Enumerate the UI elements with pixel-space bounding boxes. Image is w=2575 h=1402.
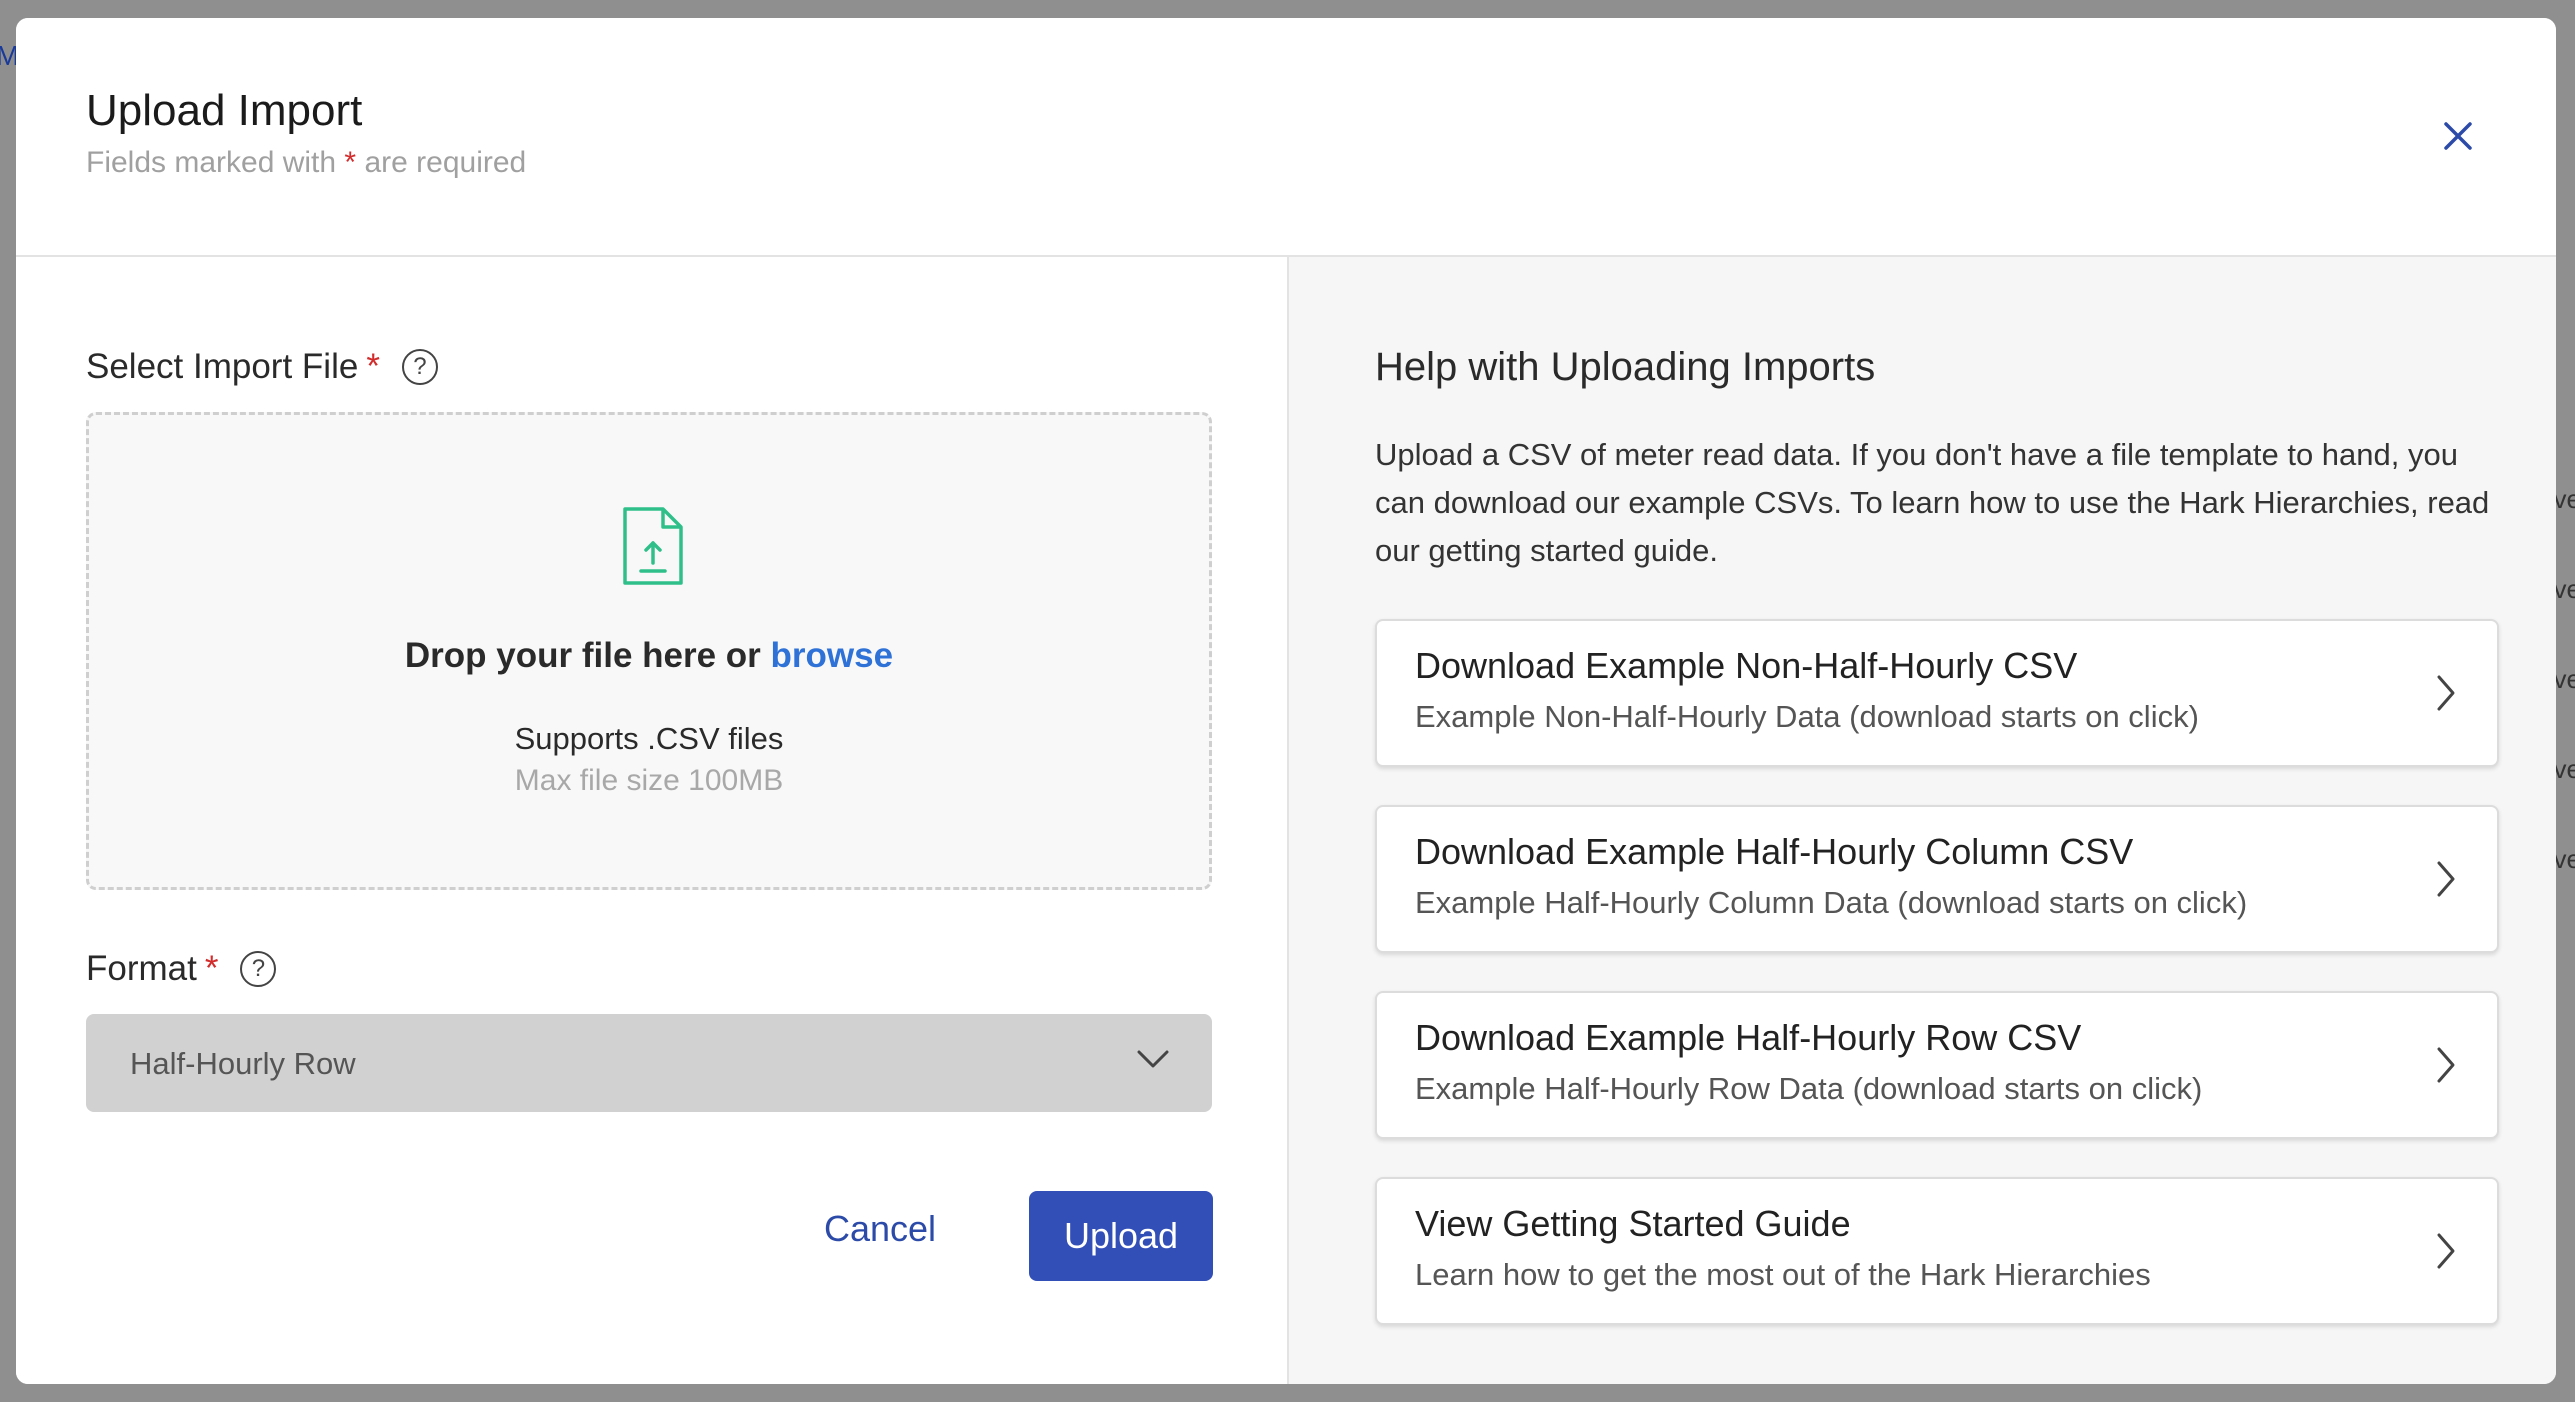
upload-form-pane: Select Import File * ? Drop your file he… (16, 257, 1287, 1384)
close-icon (2444, 122, 2472, 150)
backdrop-right-text: ve (2553, 844, 2575, 874)
file-field-label: Select Import File * ? (86, 347, 438, 387)
download-half-hourly-row-card[interactable]: Download Example Half-Hourly Row CSV Exa… (1375, 991, 2499, 1139)
format-select[interactable]: Half-Hourly Row (86, 1014, 1212, 1112)
question-circle-icon[interactable]: ? (240, 951, 277, 987)
supported-formats: Supports .CSV files (514, 721, 784, 756)
backdrop-right-text: ve (2553, 484, 2575, 514)
subtitle-prefix: Fields marked with (86, 146, 337, 179)
browse-link[interactable]: browse (771, 636, 894, 675)
backdrop-right-edge: ve ve ve ve ve (2554, 0, 2575, 1402)
format-label-text: Format (86, 949, 197, 988)
card-title: Download Example Half-Hourly Row CSV (1415, 1017, 2082, 1058)
cancel-button[interactable]: Cancel (800, 1187, 960, 1271)
required-marker: * (204, 949, 219, 988)
format-field-label: Format * ? (86, 949, 277, 989)
card-subtitle: Example Half-Hourly Row Data (download s… (1415, 1071, 2203, 1106)
file-label-text: Select Import File (86, 347, 359, 386)
chevron-right-icon (2437, 1047, 2455, 1083)
card-subtitle: Learn how to get the most out of the Har… (1415, 1257, 2151, 1292)
help-title: Help with Uploading Imports (1375, 345, 1876, 389)
modal-header: Upload Import Fields marked with * are r… (16, 18, 2556, 257)
modal-subtitle: Fields marked with * are required (86, 146, 526, 180)
download-half-hourly-column-card[interactable]: Download Example Half-Hourly Column CSV … (1375, 805, 2499, 953)
modal-title: Upload Import (86, 86, 363, 135)
subtitle-suffix: are required (364, 146, 527, 179)
card-subtitle: Example Half-Hourly Column Data (downloa… (1415, 885, 2248, 920)
backdrop-right-text: ve (2553, 664, 2575, 694)
required-marker: * (344, 146, 357, 179)
chevron-right-icon (2437, 675, 2455, 711)
help-description: Upload a CSV of meter read data. If you … (1375, 437, 2490, 568)
chevron-down-icon (1137, 1050, 1169, 1068)
dropzone-prompt-text: Drop your file here or (404, 636, 761, 675)
format-select-value: Half-Hourly Row (130, 1046, 356, 1081)
help-pane: Help with Uploading Imports Upload a CSV… (1287, 257, 2556, 1384)
download-non-half-hourly-card[interactable]: Download Example Non-Half-Hourly CSV Exa… (1375, 619, 2499, 767)
max-file-size: Max file size 100MB (514, 764, 784, 797)
required-marker: * (366, 347, 380, 386)
file-upload-icon (623, 507, 683, 585)
card-title: Download Example Non-Half-Hourly CSV (1415, 645, 2078, 686)
backdrop-right-text: ve (2553, 754, 2575, 784)
card-title: Download Example Half-Hourly Column CSV (1415, 831, 2134, 872)
chevron-right-icon (2437, 1233, 2455, 1269)
file-dropzone[interactable]: Drop your file here or browse Supports .… (86, 412, 1212, 890)
backdrop-right-text: ve (2553, 574, 2575, 604)
close-button[interactable] (2436, 114, 2480, 158)
chevron-right-icon (2437, 861, 2455, 897)
getting-started-guide-card[interactable]: View Getting Started Guide Learn how to … (1375, 1177, 2499, 1325)
question-circle-icon[interactable]: ? (401, 349, 438, 385)
card-subtitle: Example Non-Half-Hourly Data (download s… (1415, 699, 2199, 734)
dropzone-prompt: Drop your file here or browse (89, 636, 1209, 676)
upload-import-modal: Upload Import Fields marked with * are r… (16, 18, 2556, 1384)
card-title: View Getting Started Guide (1415, 1203, 1851, 1244)
upload-button[interactable]: Upload (1029, 1191, 1213, 1281)
